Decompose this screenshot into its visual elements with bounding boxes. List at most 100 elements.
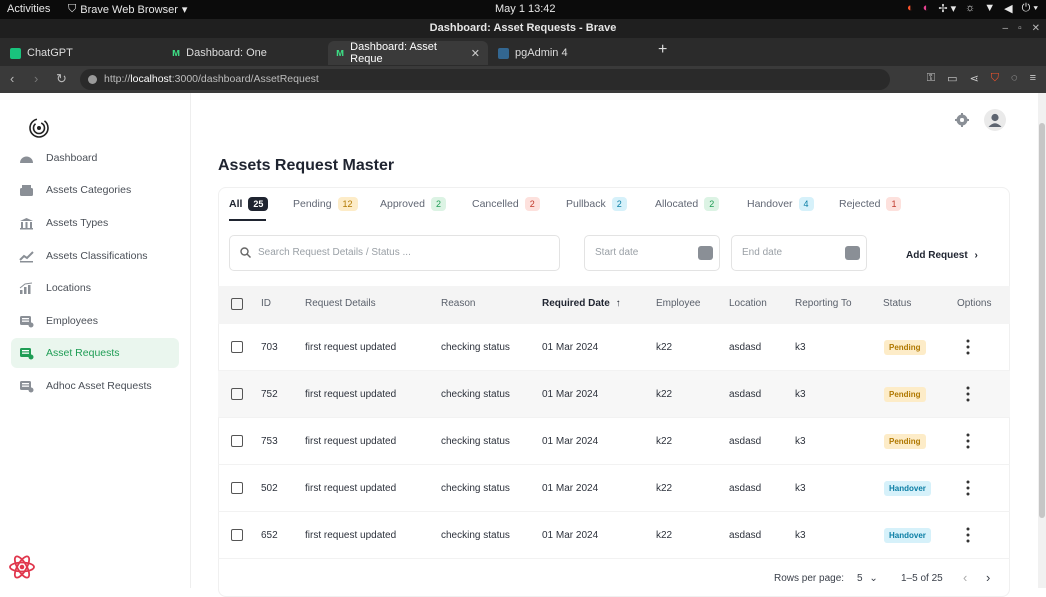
filter-tab-pending[interactable]: Pending 12: [293, 197, 358, 211]
avatar[interactable]: [984, 109, 1006, 131]
close-window-button[interactable]: ✕: [1032, 19, 1040, 38]
more-options-icon[interactable]: [966, 432, 970, 450]
accessibility-icon[interactable]: ✢ ▾: [938, 2, 956, 15]
column-header-id[interactable]: ID: [261, 298, 271, 309]
sidebar-item-adhoc-asset-requests[interactable]: Adhoc Asset Requests: [11, 371, 179, 401]
share-icon[interactable]: ⋖: [970, 72, 979, 85]
table-row[interactable]: 752 first request updated checking statu…: [218, 371, 1010, 418]
tab-dashboard-one[interactable]: ᴍ Dashboard: One: [164, 41, 324, 65]
page-title: Assets Request Master: [218, 157, 395, 174]
system-top-bar: Activities ⛉ Brave Web Browser ▾ May 1 1…: [0, 0, 1046, 19]
column-header-location[interactable]: Location: [729, 298, 767, 309]
filter-tab-allocated[interactable]: Allocated 2: [655, 197, 720, 211]
minimize-button[interactable]: –: [1003, 19, 1009, 38]
table-row[interactable]: 703 first request updated checking statu…: [218, 324, 1010, 371]
search-input[interactable]: Search Request Details / Status ...: [229, 235, 560, 271]
sidebar-item-employees[interactable]: Employees: [11, 306, 179, 336]
filter-tab-handover[interactable]: Handover 4: [747, 197, 814, 211]
wifi-icon[interactable]: ▼: [984, 2, 995, 15]
brave-vpn-icon[interactable]: ◐: [923, 2, 930, 15]
sidebar-item-locations[interactable]: Locations: [11, 273, 179, 303]
next-page-icon[interactable]: ›: [986, 570, 990, 585]
cell-id: 752: [261, 389, 278, 400]
tab-pgadmin[interactable]: pgAdmin 4: [490, 41, 650, 65]
page-scrollbar[interactable]: [1038, 93, 1046, 588]
tab-asset-requests[interactable]: ᴍ Dashboard: Asset Reque ✕: [328, 41, 488, 65]
close-tab-icon[interactable]: ✕: [471, 47, 480, 60]
filter-tab-cancelled[interactable]: Cancelled 2: [472, 197, 540, 211]
more-options-icon[interactable]: [966, 526, 970, 544]
column-header-employee[interactable]: Employee: [656, 298, 700, 309]
sidebar-item-assets-categories[interactable]: Assets Categories: [11, 175, 179, 205]
filter-tab-rejected[interactable]: Rejected 1: [839, 197, 902, 211]
start-date-field[interactable]: Start date: [584, 235, 720, 271]
scrollbar-thumb[interactable]: [1039, 123, 1045, 518]
cell-reason: checking status: [441, 530, 510, 541]
table-row[interactable]: 502 first request updated checking statu…: [218, 465, 1010, 512]
forward-icon[interactable]: ›: [34, 71, 38, 86]
filter-tab-pullback[interactable]: Pullback 2: [566, 197, 627, 211]
address-bar[interactable]: http://localhost:3000/dashboard/AssetReq…: [80, 69, 890, 90]
brave-rewards-icon[interactable]: ◐: [907, 2, 914, 15]
rows-per-page-select[interactable]: 5 ⌄: [857, 573, 878, 584]
activities-button[interactable]: Activities: [7, 3, 50, 15]
menu-icon[interactable]: ≡: [1030, 72, 1036, 85]
table-row[interactable]: 753 first request updated checking statu…: [218, 418, 1010, 465]
column-header-reporting-to[interactable]: Reporting To: [795, 298, 852, 309]
filter-tab-all[interactable]: All 25: [229, 197, 269, 211]
new-tab-button[interactable]: +: [658, 41, 667, 59]
row-checkbox[interactable]: [231, 388, 243, 400]
clock[interactable]: May 1 13:42: [495, 3, 556, 15]
cell-location: asdasd: [729, 436, 762, 447]
row-checkbox[interactable]: [231, 435, 243, 447]
sidebar-item-dashboard[interactable]: Dashboard: [11, 143, 179, 173]
react-devtools-icon[interactable]: [8, 553, 36, 581]
calendar-icon[interactable]: [845, 246, 860, 260]
cell-date: 01 Mar 2024: [542, 483, 599, 494]
end-date-field[interactable]: End date: [731, 235, 867, 271]
row-checkbox[interactable]: [231, 529, 243, 541]
cell-location: asdasd: [729, 389, 762, 400]
column-header-reason[interactable]: Reason: [441, 298, 475, 309]
more-options-icon[interactable]: [966, 479, 970, 497]
power-icon[interactable]: ⏻ ▾: [1022, 2, 1038, 15]
cell-location: asdasd: [729, 483, 762, 494]
cell-reason: checking status: [441, 436, 510, 447]
leo-icon[interactable]: ◌: [1011, 72, 1018, 85]
brightness-icon[interactable]: ☼: [965, 2, 975, 15]
previous-page-icon[interactable]: ‹: [963, 570, 967, 585]
back-icon[interactable]: ‹: [10, 71, 14, 86]
column-header-required-date[interactable]: Required Date ↑: [542, 298, 621, 309]
filter-tab-approved[interactable]: Approved 2: [380, 197, 446, 211]
table-row[interactable]: 652 first request updated checking statu…: [218, 512, 1010, 559]
column-header-status[interactable]: Status: [883, 298, 911, 309]
chatgpt-favicon: [10, 47, 21, 59]
more-options-icon[interactable]: [966, 338, 970, 356]
calendar-icon[interactable]: [698, 246, 713, 260]
sidebar-item-asset-requests[interactable]: Asset Requests: [11, 338, 179, 368]
column-header-request-details[interactable]: Request Details: [305, 298, 376, 309]
brave-shields-icon[interactable]: ⛉: [991, 72, 999, 85]
cast-icon[interactable]: ▭: [947, 72, 957, 85]
url-prefix: http://: [104, 73, 131, 85]
tab-chatgpt[interactable]: ChatGPT: [2, 41, 162, 65]
row-checkbox[interactable]: [231, 341, 243, 353]
row-checkbox[interactable]: [231, 482, 243, 494]
cell-reason: checking status: [441, 483, 510, 494]
app-menu[interactable]: ⛉ Brave Web Browser ▾: [68, 3, 187, 16]
main-content: Assets Request Master All 25 Pending 12 …: [192, 93, 1038, 597]
site-info-icon[interactable]: [88, 75, 97, 84]
sidebar-item-assets-classifications[interactable]: Assets Classifications: [11, 241, 179, 271]
sidebar-item-assets-types[interactable]: Assets Types: [11, 208, 179, 238]
select-all-checkbox[interactable]: [231, 298, 243, 310]
maximize-button[interactable]: ▫: [1018, 19, 1022, 38]
key-icon[interactable]: ⚿: [927, 72, 935, 85]
system-tray[interactable]: ◐ ◐ ✢ ▾ ☼ ▼ ◀ ⏻ ▾: [907, 2, 1038, 15]
more-options-icon[interactable]: [966, 385, 970, 403]
gear-icon[interactable]: [955, 113, 969, 127]
add-request-button[interactable]: Add Request ›: [906, 250, 978, 261]
volume-icon[interactable]: ◀: [1004, 2, 1012, 15]
app-logo-icon[interactable]: [28, 117, 50, 139]
classification-icon: [19, 250, 34, 262]
reload-icon[interactable]: ↻: [56, 71, 67, 87]
